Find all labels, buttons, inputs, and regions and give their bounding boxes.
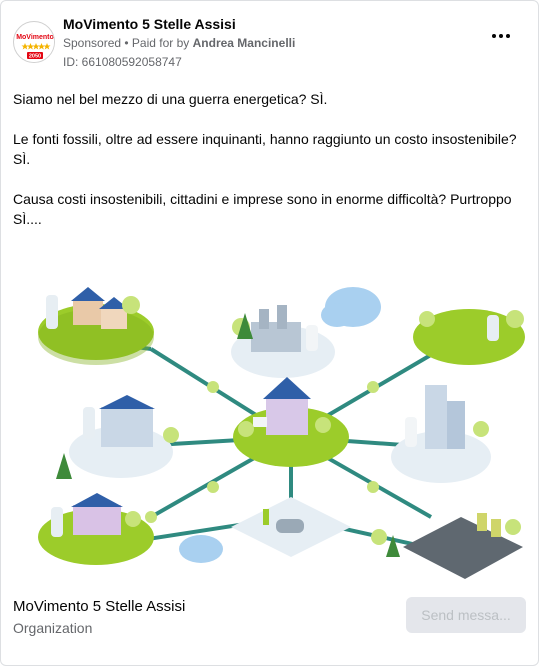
body-paragraph-3: Causa costi insostenibili, cittadini e i… (13, 191, 512, 227)
island-office (69, 395, 179, 478)
island-houses (38, 287, 154, 365)
paid-for-prefix: • Paid for by (121, 36, 193, 50)
island-towers (391, 385, 491, 483)
ad-id: ID: 661080592058747 (63, 55, 182, 69)
island-ev-charging (231, 497, 351, 557)
body-paragraph-2: Le fonti fossili, oltre ad essere inquin… (13, 131, 517, 167)
avatar-text-top: MoVimento (16, 34, 54, 41)
ad-footer: MoVimento 5 Stelle Assisi Organization S… (13, 597, 526, 647)
ad-meta: MoVimento 5 Stelle Assisi Sponsored • Pa… (63, 15, 295, 71)
ellipsis-icon[interactable] (492, 31, 512, 41)
island-solar (413, 309, 525, 365)
sponsored-line: Sponsored • Paid for by Andrea Mancinell… (63, 34, 295, 52)
page-avatar[interactable]: MoVimento 2050 (13, 21, 55, 63)
ad-card: MoVimento 2050 MoVimento 5 Stelle Assisi… (0, 0, 539, 666)
cloud-icon (321, 287, 381, 327)
island-shop (38, 493, 154, 565)
ad-header: MoVimento 2050 MoVimento 5 Stelle Assisi… (13, 13, 526, 69)
avatar-text-bottom: 2050 (29, 54, 41, 60)
ad-body-text: Siamo nel bel mezzo di una guerra energe… (13, 89, 528, 249)
m5s-logo: MoVimento 2050 (15, 23, 54, 62)
island-center-house (233, 377, 349, 467)
body-paragraph-1: Siamo nel bel mezzo di una guerra energe… (13, 91, 328, 107)
payer-name: Andrea Mancinelli (192, 36, 296, 50)
send-message-button[interactable]: Send messa... (406, 597, 526, 633)
cloud-icon-small (179, 535, 223, 563)
ad-image-smart-city-illustration[interactable] (1, 257, 538, 587)
island-factory (231, 305, 335, 378)
sponsored-label: Sponsored (63, 36, 122, 50)
page-name-link[interactable]: MoVimento 5 Stelle Assisi (63, 15, 295, 33)
